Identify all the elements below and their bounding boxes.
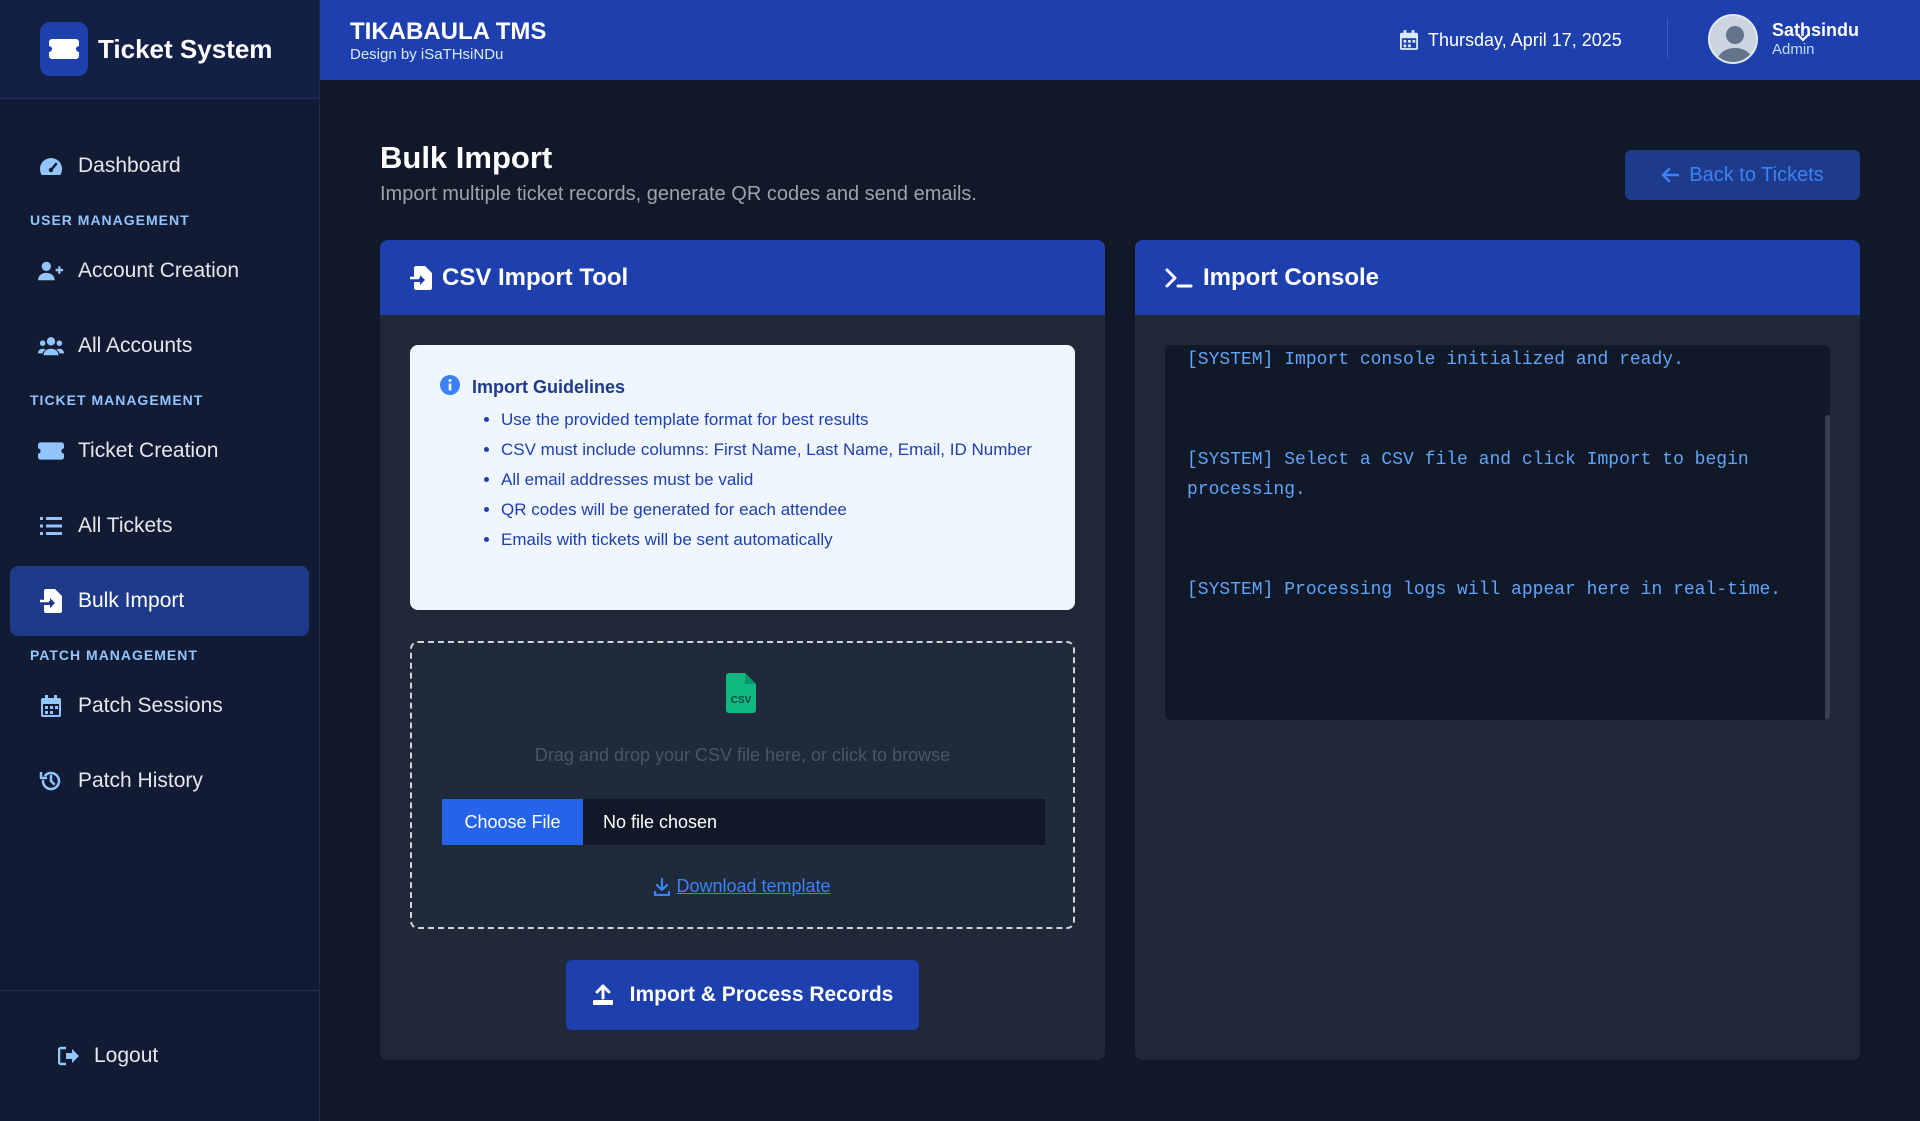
logout-icon [58, 1046, 80, 1066]
user-menu[interactable]: Sathsindu Admin [1708, 14, 1859, 64]
console-output[interactable]: [SYSTEM] Import console initialized and … [1165, 345, 1830, 720]
console-line: [SYSTEM] Processing logs will appear her… [1187, 580, 1782, 600]
section-ticket-management: TICKET MANAGEMENT [30, 392, 204, 408]
sidebar-item-patch-history[interactable]: Patch History [10, 746, 309, 816]
gauge-icon [38, 153, 64, 179]
sidebar-item-label: Bulk Import [78, 589, 185, 612]
import-button-label: Import & Process Records [629, 983, 894, 1006]
sidebar-item-dashboard[interactable]: Dashboard [10, 131, 309, 201]
top-header: TIKABAULA TMS Design by iSaTHsiNDu Thurs… [320, 0, 1920, 80]
section-patch-management: PATCH MANAGEMENT [30, 647, 198, 663]
header-divider [1667, 18, 1668, 58]
users-icon [38, 333, 64, 359]
ticket-icon [38, 438, 64, 464]
history-icon [38, 768, 64, 794]
date-text: Thursday, April 17, 2025 [1428, 29, 1622, 50]
brand-title: Ticket System [98, 33, 273, 64]
list-item: Emails with tickets will be sent automat… [501, 528, 1045, 552]
download-template-label: Download template [676, 876, 831, 896]
card-title: Import Console [1203, 263, 1380, 291]
sidebar-item-patch-sessions[interactable]: Patch Sessions [10, 671, 309, 741]
card-title: CSV Import Tool [442, 263, 629, 291]
guidelines-heading: Import Guidelines [440, 375, 1045, 400]
sidebar-item-label: Patch History [78, 769, 203, 792]
file-input[interactable]: Choose File No file chosen [442, 799, 1045, 845]
list-icon [38, 513, 64, 539]
back-button-label: Back to Tickets [1689, 163, 1824, 186]
user-role: Admin [1772, 41, 1815, 58]
logout-label: Logout [94, 1044, 159, 1067]
list-item: All email addresses must be valid [501, 468, 1045, 492]
sidebar-item-ticket-creation[interactable]: Ticket Creation [10, 416, 309, 486]
import-guidelines: Import Guidelines Use the provided templ… [410, 345, 1075, 610]
upload-icon [592, 984, 614, 1006]
sidebar: Ticket System Dashboard USER MANAGEMENT … [0, 0, 320, 1121]
sidebar-item-all-accounts[interactable]: All Accounts [10, 311, 309, 381]
choose-file-button[interactable]: Choose File [442, 799, 583, 845]
terminal-icon [1165, 267, 1193, 289]
info-icon [440, 375, 460, 400]
import-console-card: Import Console [SYSTEM] Import console i… [1135, 240, 1860, 1060]
calendar-icon [1400, 30, 1418, 50]
back-to-tickets-button[interactable]: Back to Tickets [1625, 150, 1860, 200]
sidebar-item-label: Dashboard [78, 154, 181, 177]
avatar [1708, 14, 1758, 64]
sidebar-item-label: All Accounts [78, 334, 193, 357]
sidebar-item-all-tickets[interactable]: All Tickets [10, 491, 309, 561]
import-process-button[interactable]: Import & Process Records [566, 960, 919, 1030]
csv-import-card: CSV Import Tool Import Guidelines Use th… [380, 240, 1105, 1060]
drop-instructions: Drag and drop your CSV file here, or cli… [534, 745, 951, 765]
svg-text:CSV: CSV [731, 695, 752, 706]
file-import-icon [38, 588, 64, 614]
list-item: CSV must include columns: First Name, La… [501, 438, 1045, 462]
console-scrollbar[interactable] [1825, 415, 1830, 720]
calendar-icon [38, 693, 64, 719]
chevron-down-icon[interactable] [1795, 30, 1811, 48]
sidebar-item-bulk-import[interactable]: Bulk Import [10, 566, 309, 636]
guidelines-title: Import Guidelines [472, 377, 626, 397]
sidebar-item-label: All Tickets [78, 514, 173, 537]
csv-file-icon: CSV [726, 673, 756, 718]
list-item: Use the provided template format for bes… [501, 408, 1045, 432]
card-header: Import Console [1135, 240, 1860, 315]
console-line: [SYSTEM] Select a CSV file and click Imp… [1187, 450, 1749, 500]
list-item: QR codes will be generated for each atte… [501, 498, 1045, 522]
sidebar-item-account-creation[interactable]: Account Creation [10, 236, 309, 306]
page-title: Bulk Import [380, 140, 553, 175]
guidelines-list: Use the provided template format for bes… [410, 408, 1045, 552]
console-line: [SYSTEM] Import console initialized and … [1187, 350, 1684, 370]
user-name: Sathsindu [1772, 20, 1860, 40]
sidebar-item-label: Ticket Creation [78, 439, 219, 462]
file-status: No file chosen [603, 811, 718, 832]
download-icon [654, 877, 671, 896]
brand[interactable]: Ticket System [0, 0, 319, 99]
app-subtitle: Design by iSaTHsiNDu [350, 45, 504, 63]
file-drop-zone[interactable]: CSV Drag and drop your CSV file here, or… [410, 641, 1075, 929]
sidebar-item-label: Account Creation [78, 259, 240, 282]
download-template-link[interactable]: Download template [412, 876, 1073, 897]
current-date: Thursday, April 17, 2025 [1400, 0, 1622, 80]
page-subtitle: Import multiple ticket records, generate… [380, 183, 977, 205]
app-title: TIKABAULA TMS [350, 17, 547, 45]
logout-button[interactable]: Logout [0, 990, 320, 1121]
sidebar-item-label: Patch Sessions [78, 694, 223, 717]
card-header: CSV Import Tool [380, 240, 1105, 315]
sidebar-nav: Dashboard USER MANAGEMENT Account Creati… [0, 99, 319, 816]
section-user-management: USER MANAGEMENT [30, 212, 190, 228]
arrow-left-icon [1661, 167, 1680, 183]
ticket-icon [40, 22, 88, 76]
user-plus-icon [38, 258, 64, 284]
file-import-icon [410, 265, 432, 290]
